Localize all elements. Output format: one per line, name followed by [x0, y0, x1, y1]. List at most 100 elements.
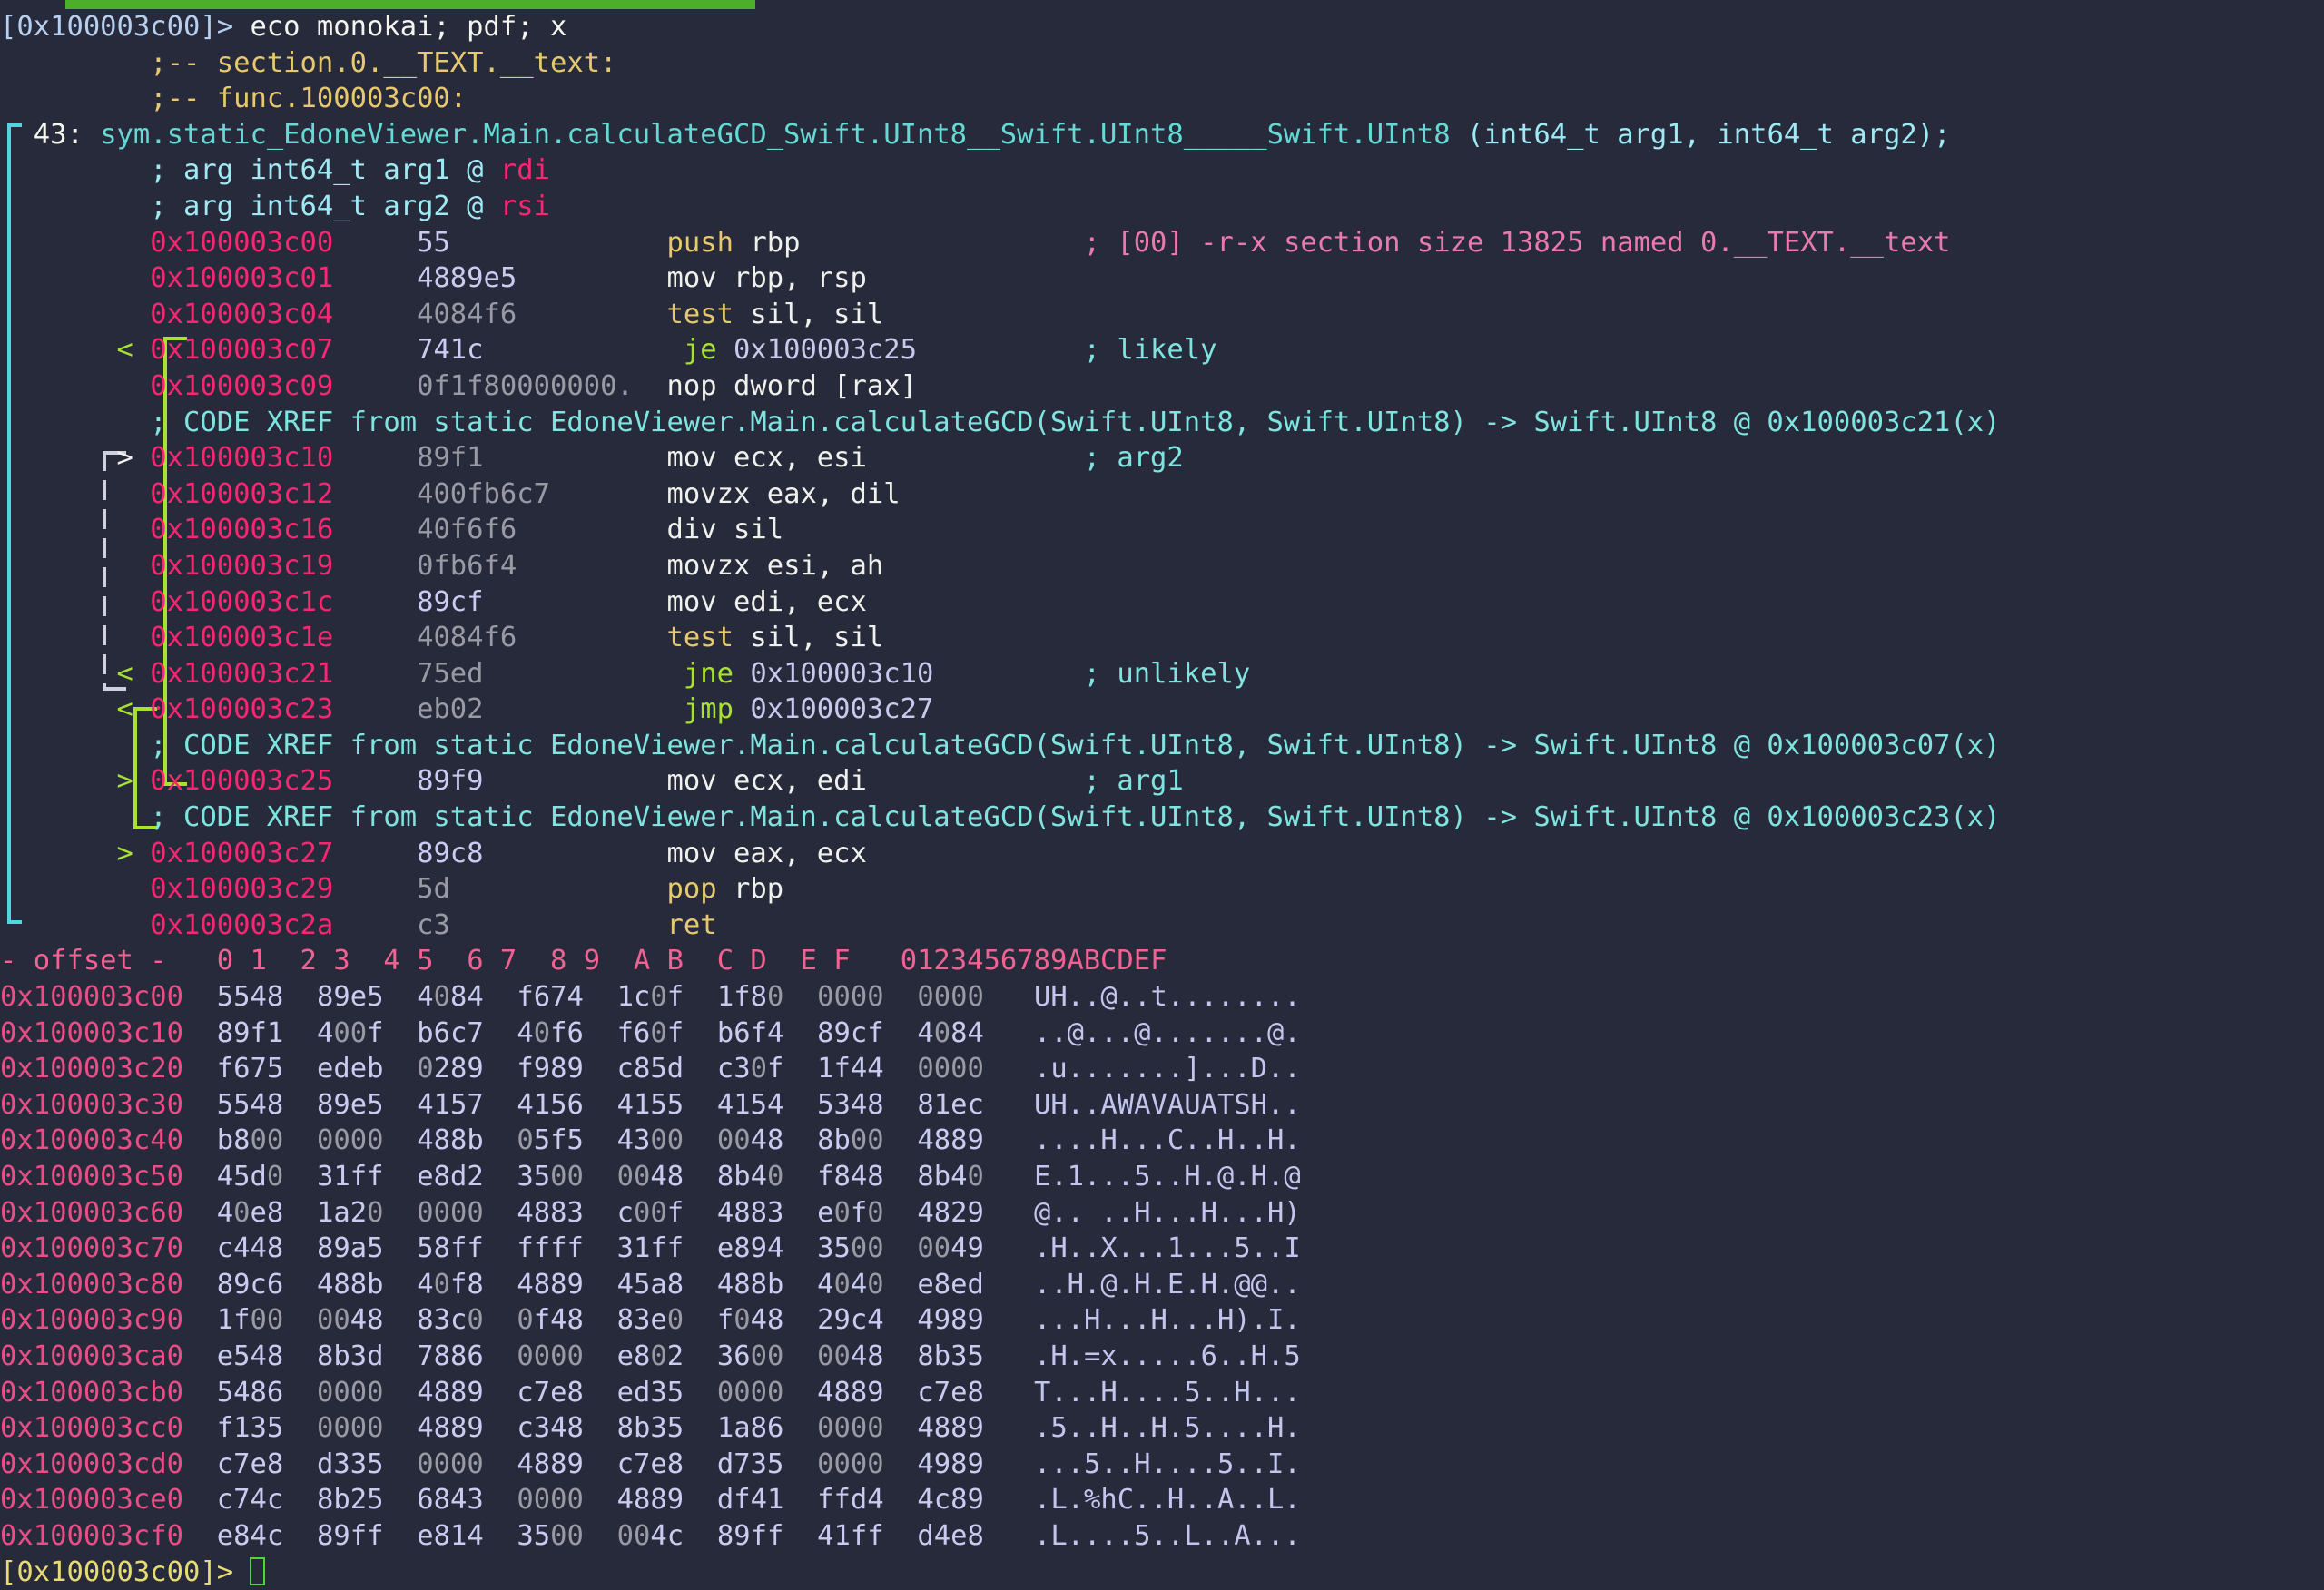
disasm-row[interactable]: 0x100003c1c 89cf mov edi, ecx [0, 584, 2324, 621]
hexdump-group: f848 [817, 1161, 884, 1192]
hexdump-gap [584, 1269, 617, 1300]
terminal-output: [0x100003c00]> eco monokai; pdf; x ;-- s… [0, 0, 2324, 1590]
instruction-comment: ; likely [1083, 334, 1217, 367]
disasm-row[interactable]: < 0x100003c21 75ed jne 0x100003c10 ; unl… [0, 656, 2324, 692]
shell-command[interactable]: eco monokai; pdf; x [233, 11, 566, 43]
hexdump-gap [283, 1448, 317, 1480]
disasm-row[interactable]: 0x100003c1e 4084f6 test sil, sil [0, 620, 2324, 656]
disasm-row[interactable]: 0x100003c16 40f6f6 div sil [0, 512, 2324, 548]
hexdump-gap [884, 1269, 918, 1300]
hexdump-gap [484, 1161, 517, 1192]
bottom-prompt-line[interactable]: [0x100003c00]> [0, 1555, 2324, 1590]
instruction-operands: edi, ecx [716, 585, 1084, 618]
branch-arrow-glyph: > [0, 765, 151, 798]
function-name: sym.static_EdoneViewer.Main.calculateGCD… [100, 118, 1451, 151]
hexdump-gap [383, 1448, 417, 1480]
hexdump-group: d4e8 [917, 1519, 984, 1552]
hexdump-header-offset: - offset - [0, 945, 217, 977]
hexdump-gap [383, 1484, 417, 1516]
disasm-row[interactable]: 0x100003c01 4889e5 mov rbp, rsp [0, 260, 2324, 297]
hexdump-group: 89c6 [216, 1268, 284, 1300]
instruction-bytes: c3 [417, 908, 651, 941]
disasm-row[interactable]: 0x100003c12 400fb6c7 movzx eax, dil [0, 476, 2324, 513]
mnemonic-indent [650, 873, 666, 905]
hexdump-group: 89cf [817, 1016, 884, 1049]
instruction-operands: eax, ecx [716, 837, 1084, 869]
hexdump-header-col: C D [716, 945, 801, 977]
hexdump-gap [383, 1197, 417, 1229]
instruction-comment: ; arg1 [1083, 765, 1184, 798]
hexdump-row: 0x100003c50 45d0 31ff e8d2 3500 0048 8b4… [0, 1159, 2324, 1195]
hexdump-gap [383, 1340, 417, 1372]
hexdump-ascii: UH..AWAVAUATSH.. [1017, 1088, 1301, 1121]
hexdump-gap [684, 1197, 717, 1229]
terminal-window[interactable]: [0x100003c00]> eco monokai; pdf; x ;-- s… [0, 0, 2324, 1588]
disasm-row[interactable]: 0x100003c09 0f1f80000000. nop dword [rax… [0, 368, 2324, 405]
instruction-mnemonic: mov [666, 262, 717, 295]
branch-arrow-glyph [0, 586, 150, 618]
disasm-row[interactable]: > 0x100003c27 89c8 mov eax, ecx [0, 836, 2324, 872]
hexdump-gap [684, 1232, 717, 1264]
hexdump-offset: 0x100003c70 [0, 1232, 217, 1265]
instruction-address: 0x100003c1e [150, 622, 418, 654]
hexdump-group: 1f44 [817, 1053, 884, 1085]
hexdump-group: df41 [716, 1484, 784, 1516]
hexdump-group: 0000 [417, 1196, 484, 1229]
hexdump-group: 0048 [616, 1161, 684, 1192]
hexdump-gap [984, 1484, 1018, 1516]
hexdump-group: c348 [517, 1412, 584, 1445]
hexdump-group: 8b3d [316, 1340, 384, 1372]
instruction-mnemonic: div [666, 514, 717, 546]
disasm-row[interactable]: > 0x100003c10 89f1 mov ecx, esi ; arg2 [0, 440, 2324, 476]
code-xref-text: ; CODE XREF from static EdoneViewer.Main… [0, 801, 2001, 834]
hexdump-group: 1a86 [716, 1412, 784, 1445]
hexdump-gap [383, 1089, 417, 1121]
instruction-mnemonic: test [666, 622, 734, 654]
disasm-row[interactable]: < 0x100003c23 eb02 jmp 0x100003c27 [0, 692, 2324, 728]
hexdump-gap [484, 1484, 517, 1516]
hexdump-group: 89f1 [216, 1016, 284, 1049]
hexdump-gap [283, 1340, 317, 1372]
hexdump-row: 0x100003c80 89c6 488b 40f8 4889 45a8 488… [0, 1267, 2324, 1303]
disasm-row[interactable]: 0x100003c29 5d pop rbp [0, 871, 2324, 908]
hexdump-gap [584, 1232, 617, 1264]
hexdump-group: 41ff [817, 1519, 884, 1552]
instruction-mnemonic: mov [666, 585, 717, 618]
disasm-row[interactable]: 0x100003c19 0fb6f4 movzx esi, ah [0, 548, 2324, 584]
disasm-row[interactable]: 0x100003c2a c3 ret [0, 908, 2324, 944]
hexdump-group: 488b [316, 1268, 384, 1300]
disasm-row[interactable]: 0x100003c04 4084f6 test sil, sil [0, 297, 2324, 333]
disasm-row[interactable]: 0x100003c00 55 push rbp ; [00] -r-x sect… [0, 225, 2324, 261]
hexdump-offset: 0x100003ce0 [0, 1484, 217, 1516]
instruction-address: 0x100003c09 [150, 369, 418, 402]
hexdump-group: 7886 [417, 1340, 484, 1372]
hexdump-group: e8d2 [417, 1161, 484, 1192]
hexdump-group: f989 [517, 1053, 584, 1085]
instruction-bytes: 4084f6 [417, 622, 651, 654]
hexdump-header-col: 4 5 [383, 945, 468, 977]
instruction-operands: dword [rax] [716, 369, 1084, 402]
instruction-mnemonic: movzx [666, 549, 751, 582]
branch-arrow-glyph [0, 550, 150, 582]
hexdump-header-col: A B [633, 945, 717, 977]
hexdump-header-col: 2 3 [300, 945, 384, 977]
disasm-row[interactable]: < 0x100003c07 741c je 0x100003c25 ; like… [0, 332, 2324, 368]
hexdump-group: 29c4 [817, 1304, 884, 1337]
instruction-mnemonic: je [683, 334, 717, 367]
hexdump-group: 1f00 [216, 1304, 284, 1337]
hexdump-gap [383, 1412, 417, 1444]
mnemonic-indent [650, 658, 684, 690]
hexdump-offset: 0x100003ca0 [0, 1340, 217, 1372]
hexdump-header-col: E F [800, 945, 884, 977]
hexdump-group: 45a8 [616, 1268, 684, 1300]
instruction-bytes: 55 [417, 226, 651, 259]
hexdump-gap [984, 1269, 1018, 1300]
instruction-bytes: 89f9 [417, 765, 651, 798]
instruction-address: 0x100003c29 [150, 873, 418, 906]
hexdump-gap [984, 1017, 1018, 1049]
mnemonic-indent [650, 622, 666, 653]
hexdump-gap [283, 1269, 317, 1300]
disasm-row[interactable]: > 0x100003c25 89f9 mov ecx, edi ; arg1 [0, 763, 2324, 800]
hexdump-group: ffff [517, 1232, 584, 1265]
text-cursor[interactable] [250, 1556, 266, 1585]
